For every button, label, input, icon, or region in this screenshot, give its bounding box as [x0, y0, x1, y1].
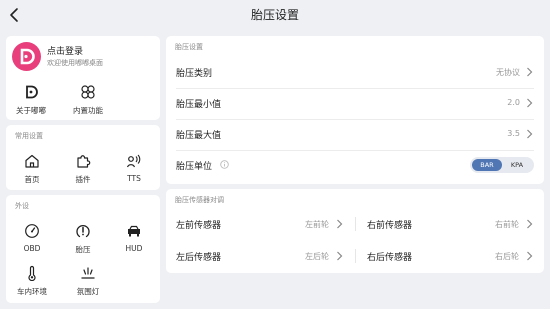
login-title[interactable]: 点击登录: [47, 44, 83, 57]
front-left-sensor-value: 左前轮: [305, 220, 329, 229]
front-right-sensor-row[interactable]: 右前传感器 右前轮: [367, 210, 533, 238]
peripheral-title: 外设: [15, 202, 29, 210]
about-dudu-label: 关于嘟嘟: [16, 106, 46, 115]
common-settings-title: 常用设置: [15, 132, 43, 140]
home-label: 首页: [24, 175, 40, 184]
rear-left-sensor-label: 左后传感器: [176, 253, 222, 263]
tire-unit-label: 胎压单位: [176, 162, 213, 172]
column-divider: [355, 217, 356, 231]
dudu-avatar-icon: [20, 48, 35, 65]
tire-max-label: 胎压最大值: [176, 131, 222, 141]
tire-type-row[interactable]: 胎压类别 无协议: [166, 58, 544, 86]
unit-toggle[interactable]: BAR KPA: [470, 157, 534, 173]
chevron-right-icon: [527, 251, 533, 261]
builtin-features-item[interactable]: 内置功能: [63, 84, 113, 116]
obd-label: OBD: [23, 244, 41, 253]
voice-icon: [126, 154, 141, 168]
car-hud-icon: [128, 225, 140, 237]
knot-icon: [81, 85, 95, 99]
tire-type-label: 胎压类别: [176, 69, 213, 79]
front-left-sensor-row[interactable]: 左前传感器 左前轮: [176, 210, 343, 238]
tire-type-value: 无协议: [496, 68, 520, 77]
puzzle-icon: [77, 155, 91, 168]
front-right-sensor-label: 右前传感器: [367, 221, 413, 231]
chevron-right-icon: [337, 251, 343, 261]
rear-left-sensor-value: 左后轮: [305, 252, 329, 261]
sensor-swap-card: 胎压传感器对调 左前传感器 左前轮 右前传感器 右前轮 左后传感器 左后轮 右后…: [166, 189, 544, 273]
obd-item[interactable]: OBD: [7, 223, 57, 253]
tire-min-value: 2.0: [507, 98, 520, 107]
common-settings-card: 常用设置 首页 插件 TTS: [6, 125, 160, 190]
chevron-right-icon: [527, 129, 533, 139]
page-title: 胎压设置: [250, 8, 299, 22]
tire-pressure-label: 胎压: [75, 245, 91, 254]
info-icon[interactable]: [220, 160, 229, 169]
cabin-environment-label: 车内环境: [17, 287, 47, 296]
column-divider: [355, 249, 356, 263]
avatar[interactable]: [12, 42, 41, 71]
dudu-logo-icon: [26, 85, 38, 99]
plugins-item[interactable]: 插件: [58, 153, 108, 185]
rear-right-sensor-label: 右后传感器: [367, 253, 413, 263]
login-card[interactable]: 点击登录 欢迎使用嘟嘟桌面 关于嘟嘟 内置功能: [6, 36, 160, 120]
ambient-light-icon: [81, 267, 95, 279]
tire-min-label: 胎压最小值: [176, 100, 222, 110]
tts-item[interactable]: TTS: [109, 153, 159, 183]
builtin-features-label: 内置功能: [73, 106, 103, 115]
tire-pressure-item[interactable]: 胎压: [58, 223, 108, 255]
tire-settings-title: 胎压设置: [175, 43, 203, 51]
tts-label: TTS: [127, 174, 141, 183]
tire-pressure-icon: [76, 225, 90, 238]
sensor-swap-title: 胎压传感器对调: [175, 196, 224, 204]
unit-option-kpa[interactable]: KPA: [502, 159, 532, 171]
chevron-right-icon: [527, 219, 533, 229]
unit-option-bar[interactable]: BAR: [472, 159, 502, 171]
chevron-right-icon: [337, 219, 343, 229]
about-dudu-item[interactable]: 关于嘟嘟: [6, 84, 56, 116]
rear-left-sensor-row[interactable]: 左后传感器 左后轮: [176, 242, 343, 270]
thermometer-icon: [28, 265, 36, 281]
tire-max-value: 3.5: [507, 129, 520, 138]
home-item[interactable]: 首页: [7, 153, 57, 185]
rear-right-sensor-row[interactable]: 右后传感器 右后轮: [367, 242, 533, 270]
peripheral-card: 外设 OBD 胎压 HUD 车内环境 氛围灯: [6, 195, 160, 303]
chevron-right-icon: [527, 67, 533, 77]
front-right-sensor-value: 右前轮: [495, 220, 519, 229]
gauge-icon: [25, 224, 39, 238]
top-bar: 胎压设置: [0, 0, 550, 30]
chevron-right-icon: [527, 98, 533, 108]
tire-settings-card: 胎压设置 胎压类别 无协议 胎压最小值 2.0 胎压最大值 3.5 胎压单位 B…: [166, 36, 544, 184]
login-subtitle: 欢迎使用嘟嘟桌面: [47, 59, 103, 67]
tire-unit-row: 胎压单位 BAR KPA: [166, 151, 544, 179]
plugins-label: 插件: [75, 175, 91, 184]
home-icon: [25, 154, 39, 168]
front-left-sensor-label: 左前传感器: [176, 221, 222, 231]
tire-max-row[interactable]: 胎压最大值 3.5: [166, 120, 544, 148]
hud-label: HUD: [125, 244, 143, 253]
rear-right-sensor-value: 右后轮: [495, 252, 519, 261]
ambient-light-label: 氛围灯: [76, 287, 100, 296]
hud-item[interactable]: HUD: [109, 223, 159, 253]
cabin-environment-item[interactable]: 车内环境: [7, 265, 57, 297]
tire-min-row[interactable]: 胎压最小值 2.0: [166, 89, 544, 117]
ambient-light-item[interactable]: 氛围灯: [63, 265, 113, 297]
